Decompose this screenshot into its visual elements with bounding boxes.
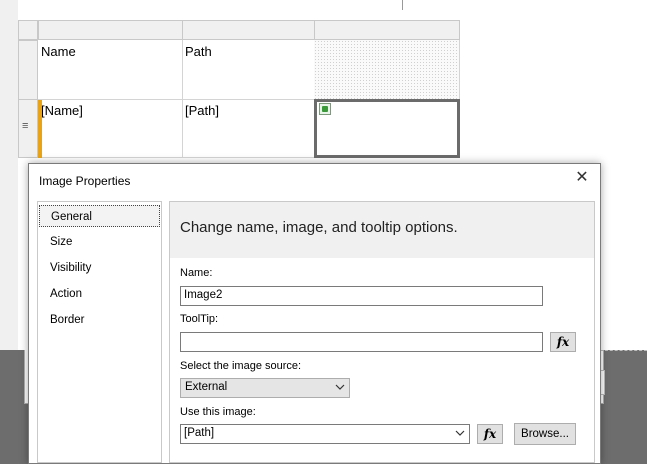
- page-header: Change name, image, and tooltip options.: [170, 202, 594, 258]
- canvas-dashed-line: [600, 350, 647, 351]
- dialog-title: Image Properties: [39, 174, 131, 188]
- image-placeholder-icon: [319, 103, 331, 115]
- column-handle-2[interactable]: [182, 20, 315, 40]
- image-source-label: Select the image source:: [180, 360, 302, 372]
- image-source-value: External: [185, 381, 228, 393]
- name-label: Name:: [180, 267, 213, 279]
- detail-cell-name[interactable]: [Name]: [38, 99, 183, 158]
- image-report-item-selected[interactable]: [314, 99, 460, 158]
- tooltip-expression-button[interactable]: fx: [550, 332, 576, 352]
- corner-handle[interactable]: [18, 20, 38, 40]
- row-handle-header[interactable]: [18, 40, 38, 100]
- use-image-label: Use this image:: [180, 406, 256, 418]
- nav-item-general[interactable]: General: [39, 205, 160, 227]
- details-group-icon: ≡: [22, 120, 29, 132]
- nav-item-visibility[interactable]: Visibility: [39, 257, 160, 279]
- browse-button[interactable]: Browse...: [514, 423, 576, 445]
- close-icon[interactable]: ✕: [574, 170, 590, 186]
- nav-item-action[interactable]: Action: [39, 283, 160, 305]
- chevron-down-icon: [455, 430, 465, 436]
- nav-item-size[interactable]: Size: [39, 231, 160, 253]
- tablix-table[interactable]: ≡ Name Path [Name] [Path]: [18, 20, 460, 158]
- image-properties-dialog: Image Properties ✕ General Size Visibili…: [28, 163, 601, 464]
- column-handle-3[interactable]: [314, 20, 460, 40]
- name-field[interactable]: Image2: [180, 286, 543, 306]
- header-cell-name[interactable]: Name: [38, 40, 183, 100]
- detail-cell-path[interactable]: [Path]: [182, 99, 315, 158]
- chevron-down-icon: [335, 384, 345, 390]
- details-row-marker: [38, 100, 42, 158]
- header-cell-path[interactable]: Path: [182, 40, 315, 100]
- nav-item-border[interactable]: Border: [39, 309, 160, 331]
- image-source-select[interactable]: External: [180, 378, 350, 398]
- column-handle-1[interactable]: [38, 20, 183, 40]
- tooltip-label: ToolTip:: [180, 313, 219, 325]
- canvas-guide-line: [402, 0, 403, 10]
- use-image-value: [Path]: [184, 427, 215, 439]
- general-page: Change name, image, and tooltip options.…: [169, 201, 595, 463]
- use-image-combo[interactable]: [Path]: [180, 424, 470, 444]
- use-image-expression-button[interactable]: fx: [477, 424, 503, 444]
- designer-ruler-strip: [0, 0, 18, 405]
- tooltip-field[interactable]: [180, 332, 543, 352]
- properties-nav: General Size Visibility Action Border: [37, 201, 162, 463]
- header-cell-empty[interactable]: [314, 40, 460, 100]
- page-heading: Change name, image, and tooltip options.: [180, 219, 458, 236]
